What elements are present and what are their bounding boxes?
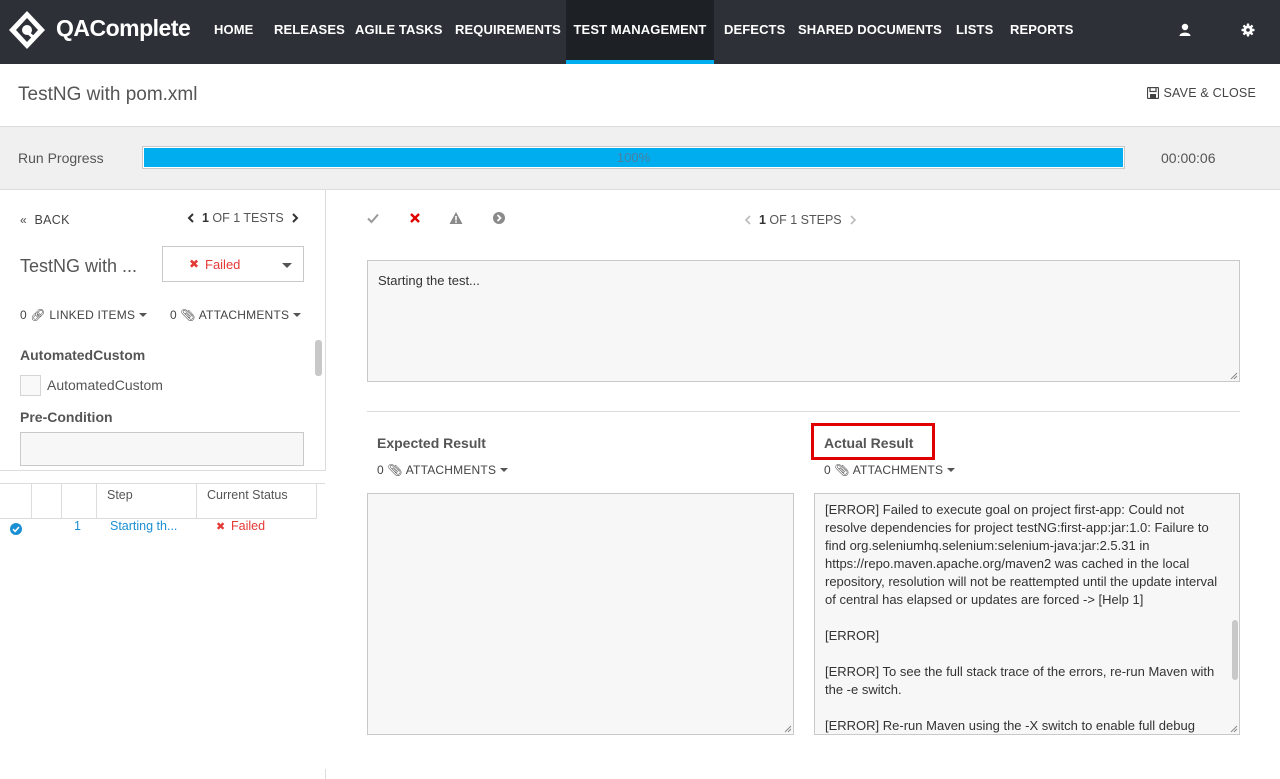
actual-result-line: [ERROR] To see the full stack trace of t…: [825, 664, 1215, 697]
run-progress-label: Run Progress: [18, 150, 104, 166]
chevron-right-icon[interactable]: [291, 213, 299, 223]
nav-reports[interactable]: REPORTS: [1000, 0, 1084, 64]
pass-check-icon[interactable]: [366, 211, 380, 225]
linked-items-label: LINKED ITEMS: [49, 308, 136, 322]
actual-result-line: [ERROR] Failed to execute goal on projec…: [825, 502, 1218, 607]
step-description-field[interactable]: Starting the test...: [367, 260, 1240, 382]
test-status-select[interactable]: ✖ Failed: [162, 246, 304, 282]
caret-down-icon: [947, 468, 956, 472]
run-progress-fill: 100%: [144, 148, 1123, 167]
run-progress-percent: 100%: [616, 150, 651, 165]
fail-x-icon: ✖: [216, 521, 226, 533]
expected-result-title: Expected Result: [377, 435, 486, 451]
step-link[interactable]: Starting th...: [110, 519, 177, 533]
tests-pager: 1 OF 1 TESTS: [187, 211, 299, 225]
expected-attachments-count: 0: [377, 463, 384, 477]
attachments-count: 0: [170, 308, 177, 322]
precondition-label: Pre-Condition: [20, 409, 113, 425]
table-header-blank: [32, 483, 62, 519]
skip-arrow-circle-icon[interactable]: [492, 211, 506, 225]
steps-table: Step Current Status 1 Starting th... ✖ F…: [0, 470, 326, 769]
nav-releases[interactable]: RELEASES: [264, 0, 355, 64]
nav-home[interactable]: HOME: [204, 0, 263, 64]
resize-handle-icon[interactable]: [1230, 725, 1238, 733]
automated-custom-checkbox[interactable]: [20, 375, 41, 396]
page-title: TestNG with pom.xml: [18, 84, 198, 105]
automated-custom-label: AutomatedCustom: [47, 377, 163, 393]
expected-attachments-dropdown[interactable]: 0 📎︎ ATTACHMENTS: [377, 463, 509, 477]
actual-attachments-count: 0: [824, 463, 831, 477]
nav-shared-documents[interactable]: SHARED DOCUMENTS: [788, 0, 952, 64]
table-header-select: [0, 483, 32, 519]
paperclip-icon: 📎︎: [180, 308, 196, 322]
expected-attachments-label: ATTACHMENTS: [405, 463, 497, 477]
resize-handle-icon[interactable]: [1230, 372, 1238, 380]
run-progress-bar: 100%: [142, 146, 1125, 169]
chevron-left-icon[interactable]: [187, 213, 195, 223]
expected-result-field[interactable]: [367, 493, 794, 735]
precondition-field[interactable]: [20, 432, 304, 466]
table-header-status[interactable]: Current Status: [197, 483, 317, 519]
back-button[interactable]: « BACK: [20, 213, 70, 227]
paperclip-icon: 📎︎: [387, 463, 403, 477]
caret-down-icon: [139, 313, 148, 317]
steps-current: 1: [758, 213, 766, 227]
resize-handle-icon[interactable]: [784, 725, 792, 733]
tests-total: OF 1 TESTS: [212, 211, 284, 225]
save-close-button[interactable]: SAVE & CLOSE: [1146, 86, 1256, 100]
top-navigation-bar: QAComplete HOME RELEASES AGILE TASKS REQ…: [0, 0, 1280, 64]
nav-defects[interactable]: DEFECTS: [714, 0, 795, 64]
actual-attachments-label: ATTACHMENTS: [852, 463, 944, 477]
chevron-left-icon[interactable]: [744, 215, 752, 225]
step-status: Failed: [231, 519, 266, 533]
test-status-value: Failed: [205, 257, 241, 272]
actual-result-line: [ERROR]: [825, 628, 880, 643]
caret-down-icon: [293, 313, 302, 317]
paperclip-icon: 📎︎: [834, 463, 850, 477]
attachments-label: ATTACHMENTS: [198, 308, 290, 322]
qacomplete-logo-icon[interactable]: [7, 10, 47, 50]
fail-x-icon[interactable]: [408, 211, 422, 225]
nav-test-management[interactable]: TEST MANAGEMENT: [566, 0, 714, 64]
attachments-dropdown[interactable]: 0 📎︎ ATTACHMENTS: [170, 308, 302, 322]
actual-result-highlight-box: [811, 423, 935, 460]
actual-attachments-dropdown[interactable]: 0 📎︎ ATTACHMENTS: [824, 463, 956, 477]
user-icon[interactable]: [1177, 22, 1193, 38]
nav-lists[interactable]: LISTS: [946, 0, 1003, 64]
step-number: 1: [74, 519, 81, 533]
actual-result-scrollbar[interactable]: [1232, 620, 1238, 680]
table-header-number: [62, 483, 97, 519]
linked-items-dropdown[interactable]: 0 🔗︎ LINKED ITEMS: [20, 308, 148, 322]
fail-x-icon: ✖: [189, 257, 200, 271]
section-divider: [367, 411, 1240, 412]
table-header-step[interactable]: Step: [97, 483, 197, 519]
linked-items-count: 0: [20, 308, 27, 322]
page-header: TestNG with pom.xml SAVE & CLOSE: [0, 64, 1280, 127]
caret-down-icon: [500, 468, 509, 472]
save-close-label: SAVE & CLOSE: [1163, 86, 1256, 100]
warning-icon[interactable]: [449, 211, 463, 225]
actual-result-line: [ERROR] Re-run Maven using the -X switch…: [825, 718, 1195, 733]
custom-field-title: AutomatedCustom: [20, 347, 146, 363]
sidebar-scrollbar[interactable]: [315, 340, 322, 376]
link-icon: 🔗︎: [30, 308, 46, 322]
tests-current: 1: [201, 211, 209, 225]
run-progress-row: Run Progress 100% 00:00:06: [0, 127, 1280, 190]
run-elapsed-time: 00:00:06: [1161, 150, 1216, 166]
steps-pager: 1 OF 1 STEPS: [744, 213, 857, 227]
floppy-disk-icon: [1146, 86, 1159, 100]
double-chevron-left-icon: «: [20, 213, 27, 227]
gear-icon[interactable]: [1240, 22, 1256, 38]
check-circle-icon: [10, 523, 22, 535]
chevron-right-icon[interactable]: [849, 215, 857, 225]
back-label: BACK: [34, 213, 70, 227]
table-header-top-border: [0, 483, 325, 484]
actual-result-field[interactable]: [ERROR] Failed to execute goal on projec…: [814, 493, 1240, 735]
nav-requirements[interactable]: REQUIREMENTS: [445, 0, 571, 64]
chevron-down-icon: [282, 263, 292, 268]
steps-total: OF 1 STEPS: [769, 213, 842, 227]
test-name: TestNG with ...: [20, 256, 138, 276]
app-logo-text[interactable]: QAComplete: [56, 15, 191, 42]
nav-agile-tasks[interactable]: AGILE TASKS: [345, 0, 453, 64]
